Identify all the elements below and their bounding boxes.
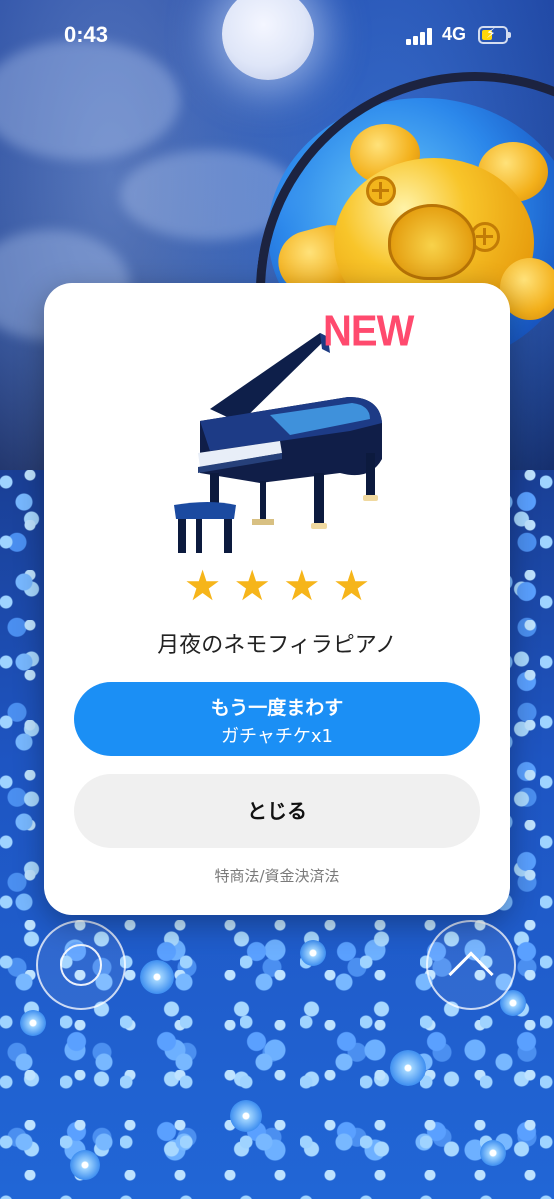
flower <box>70 1150 100 1180</box>
legal-link[interactable]: 特商法/資金決済法 <box>44 865 510 886</box>
charging-bolt-icon: ⚡ <box>486 26 496 42</box>
item-name: 月夜のネモフィラピアノ <box>157 633 397 658</box>
star-icon: ★ <box>332 561 371 610</box>
new-badge: NEW <box>323 306 414 356</box>
flower <box>390 1050 426 1086</box>
bear-eye <box>366 176 396 206</box>
ticket-cost-label: ガチャチケx1 <box>221 726 333 747</box>
star-icon: ★ <box>183 561 222 610</box>
close-button[interactable]: とじる <box>74 774 480 848</box>
star-icon: ★ <box>233 561 271 610</box>
spin-again-label: もう一度まわす <box>210 697 344 719</box>
expand-up-button[interactable] <box>426 920 516 1010</box>
flower <box>300 940 326 966</box>
battery-icon: ⚡ <box>478 26 511 44</box>
status-bar: 0:43 4G ⚡ <box>0 0 554 74</box>
flower <box>230 1100 262 1132</box>
spin-again-button[interactable]: もう一度まわす ガチャチケx1 <box>74 682 480 756</box>
network-type: 4G <box>442 24 467 44</box>
circle-icon <box>60 944 102 986</box>
star-icon: ★ <box>283 561 321 610</box>
gacha-result-card: NEW ★ ★ ★ ★ 月夜のネモフィラピアノ もう一度まわす ガチャチケx1 とじる… <box>44 283 510 915</box>
flower <box>20 1010 46 1036</box>
camera-mode-button[interactable] <box>36 920 126 1010</box>
signal-strength-icon <box>406 28 434 45</box>
rating-stars: ★ ★ ★ ★ <box>44 565 510 607</box>
flower <box>140 960 174 994</box>
bear-mouth <box>388 204 476 280</box>
chevron-up-icon <box>448 951 494 997</box>
flower <box>480 1140 506 1166</box>
status-time: 0:43 <box>64 22 109 47</box>
